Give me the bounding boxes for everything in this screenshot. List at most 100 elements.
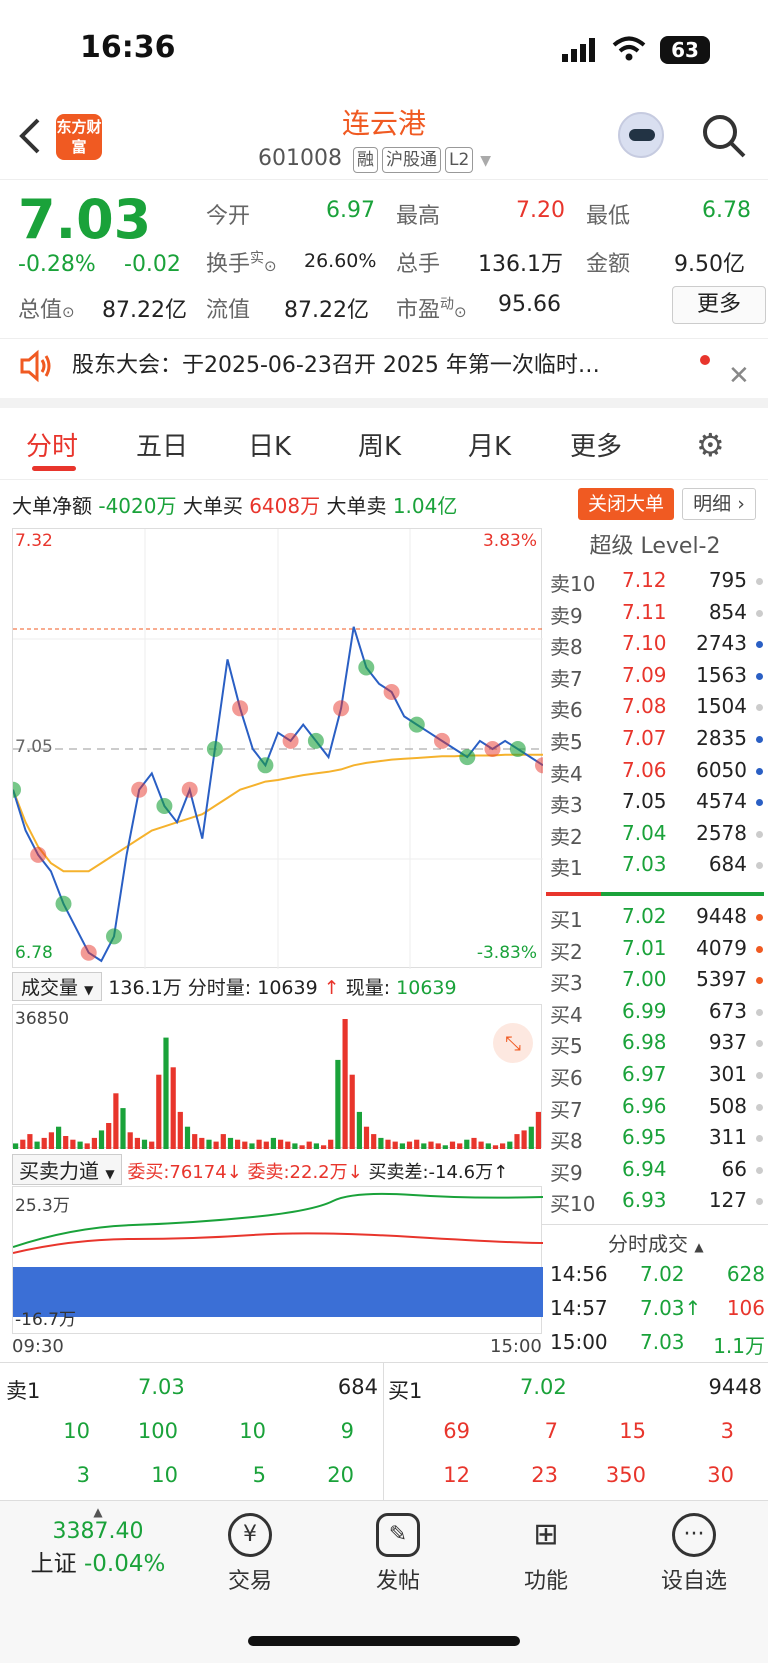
battery-icon: 63 <box>660 36 710 64</box>
period-tabs: 分时 五日 日K 周K 月K 更多 ⚙ <box>0 410 768 480</box>
bid-vol: 5397 <box>696 967 747 992</box>
bid-row[interactable]: 买10 6.93 127 <box>550 1188 765 1219</box>
tab-5day[interactable]: 五日 <box>136 426 188 463</box>
ask-row[interactable]: 卖10 7.12 795 <box>550 568 765 599</box>
ask-row[interactable]: 卖2 7.04 2578 <box>550 821 765 852</box>
battery-level: 63 <box>671 38 699 62</box>
bid-row[interactable]: 买6 6.97 301 <box>550 1062 765 1093</box>
bid-row[interactable]: 买4 6.99 673 <box>550 999 765 1030</box>
ask-row[interactable]: 卖4 7.06 6050 <box>550 758 765 789</box>
bid-row[interactable]: 买2 7.01 4079 <box>550 936 765 967</box>
amount-label: 金额 <box>586 252 631 277</box>
unread-dot <box>700 355 710 365</box>
ask-dot <box>756 862 763 870</box>
ask-row[interactable]: 卖6 7.08 1504 <box>550 694 765 725</box>
tab-day-k[interactable]: 日K <box>248 426 291 463</box>
bid-price: 6.98 <box>622 1030 667 1055</box>
volume-chart[interactable]: 36850 ⤡ <box>12 1004 542 1149</box>
volume-bar <box>34 1141 40 1149</box>
force-header: 买卖力道 ▼ 委买:76174↓ 委卖:22.2万↓ 买卖差:-14.6万↑ <box>12 1154 508 1185</box>
bid-row[interactable]: 买8 6.95 311 <box>550 1125 765 1156</box>
ask-row[interactable]: 卖8 7.10 2743 <box>550 631 765 662</box>
notice-text: 股东大会：于2025-06-23召开 2025 年第一次临时… <box>72 353 600 378</box>
volume-bar <box>306 1141 312 1149</box>
robot-avatar-icon[interactable] <box>618 112 664 158</box>
volume-bar <box>177 1111 183 1149</box>
tab-more[interactable]: 更多 <box>570 426 622 463</box>
volume-bar <box>285 1141 291 1149</box>
y-top-label: 7.32 <box>15 531 53 551</box>
expand-icon[interactable]: ⤡ <box>493 1023 533 1063</box>
close-icon[interactable]: ✕ <box>728 361 750 391</box>
volume-bar <box>392 1141 398 1149</box>
volume-bar <box>163 1037 169 1149</box>
trades-title[interactable]: 分时成交 ▲ <box>608 1228 704 1257</box>
volume-selector[interactable]: 成交量 ▼ <box>12 972 103 1001</box>
x-end-label: 15:00 <box>490 1336 542 1357</box>
nav-post[interactable]: ✎ 发帖 <box>348 1513 448 1595</box>
ask-price: 7.11 <box>622 599 667 624</box>
bid-row[interactable]: 买3 7.00 5397 <box>550 967 765 998</box>
volume-bar <box>378 1137 384 1149</box>
big-order-marker <box>459 749 476 766</box>
bid-dot <box>756 1008 763 1016</box>
ask-price: 7.05 <box>622 789 667 814</box>
tab-indicator <box>32 466 76 471</box>
index-ticker[interactable]: ▲ 3387.40 上证 -0.04% <box>18 1505 178 1578</box>
ask-row[interactable]: 卖3 7.05 4574 <box>550 789 765 820</box>
ask-row[interactable]: 卖5 7.07 2835 <box>550 726 765 757</box>
volume-bar <box>213 1141 219 1149</box>
bid-price: 7.01 <box>622 935 667 960</box>
volume-bar <box>385 1139 391 1149</box>
intraday-chart[interactable]: 7.32 3.83% 7.05 6.78 -3.83% <box>5 528 551 969</box>
more-button[interactable]: 更多 <box>672 286 766 324</box>
bid-row[interactable]: 买9 6.94 66 <box>550 1157 765 1188</box>
nav-watchlist[interactable]: ··· 设自选 <box>644 1513 744 1595</box>
change-pct: -0.28% <box>18 252 96 277</box>
force-selector[interactable]: 买卖力道 ▼ <box>12 1154 122 1185</box>
ask-price: 7.04 <box>622 820 667 845</box>
ask-row[interactable]: 卖7 7.09 1563 <box>550 663 765 694</box>
search-icon[interactable] <box>700 112 748 164</box>
volume-bar <box>278 1139 284 1149</box>
volume-bar <box>363 1126 370 1149</box>
force-chart[interactable]: 25.3万 -16.7万 <box>12 1186 544 1334</box>
tab-month-k[interactable]: 月K <box>468 426 511 463</box>
bid-label: 买5 <box>550 1034 583 1059</box>
settings-gear-icon[interactable]: ⚙ <box>696 426 725 464</box>
bid-label: 买8 <box>550 1129 583 1154</box>
ask-row[interactable]: 卖1 7.03 684 <box>550 852 765 883</box>
close-big-order-button[interactable]: 关闭大单 <box>578 488 674 520</box>
volume-bar <box>449 1141 456 1149</box>
stock-code-line[interactable]: 601008 融沪股通 L2 ▼ <box>258 146 491 173</box>
bid-price: 6.95 <box>622 1125 667 1150</box>
trade-price: 7.03 <box>640 1330 685 1354</box>
detail-button[interactable]: 明细 › <box>682 488 756 520</box>
nav-function[interactable]: ⊞ 功能 <box>496 1513 596 1595</box>
volume-bars-svg <box>13 1019 541 1149</box>
chevron-down-icon: ▼ <box>105 1167 115 1181</box>
queue-cell: 10 <box>63 1419 90 1443</box>
index-line: 上证 -0.04% <box>18 1544 178 1578</box>
ask-vol: 1504 <box>696 694 747 719</box>
volume-bar <box>227 1137 234 1149</box>
force-selector-label: 买卖力道 <box>19 1159 99 1183</box>
bid-row[interactable]: 买7 6.96 508 <box>550 1094 765 1125</box>
nav-trade[interactable]: ¥ 交易 <box>200 1513 300 1595</box>
bid-row[interactable]: 买1 7.02 9448 <box>550 904 765 935</box>
volume-bar <box>299 1145 305 1149</box>
pct-bottom-label: -3.83% <box>476 943 537 963</box>
bid-vol: 9448 <box>696 904 747 928</box>
y-bottom-label: 6.78 <box>15 943 53 963</box>
ask-row[interactable]: 卖9 7.11 854 <box>550 600 765 631</box>
tab-intraday[interactable]: 分时 <box>26 426 78 463</box>
trade-row: 15:00 7.03 1.1万 <box>550 1330 765 1361</box>
volume-header: 成交量 ▼ 136.1万 分时量: 10639 ↑ 现量: 10639 <box>12 972 457 1001</box>
volume-bar <box>521 1130 527 1149</box>
bid-row[interactable]: 买5 6.98 937 <box>550 1030 765 1061</box>
tab-week-k[interactable]: 周K <box>358 426 401 463</box>
queue-sell-price: 7.03 <box>138 1375 185 1399</box>
notice-bar[interactable]: 股东大会：于2025-06-23召开 2025 年第一次临时… ✕ <box>0 338 768 408</box>
tick-value: 10639 <box>257 977 318 999</box>
nav-watchlist-label: 设自选 <box>660 1569 727 1594</box>
